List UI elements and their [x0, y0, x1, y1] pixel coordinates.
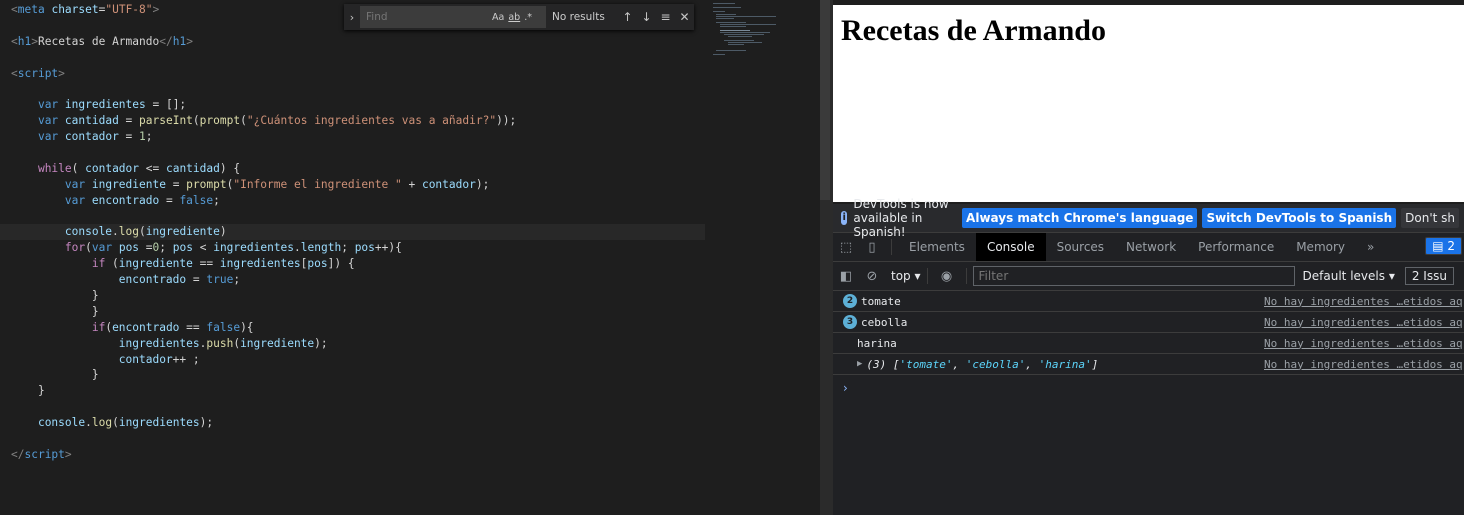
- chevron-down-icon: ▾: [1388, 269, 1395, 283]
- context-selector[interactable]: top ▾: [891, 269, 921, 283]
- console-row: 3 cebolla No hay ingredientes …etidos aq: [833, 312, 1464, 333]
- find-input-box: Aa ab .*: [360, 6, 546, 28]
- devtools-tabs: ⬚ ▯ Elements Console Sources Network Per…: [833, 233, 1464, 262]
- context-label: top: [891, 269, 911, 283]
- source-link[interactable]: No hay ingredientes …etidos aq: [1264, 316, 1463, 329]
- array-separator: ,: [1025, 357, 1039, 371]
- dont-show-again-button[interactable]: Don't sh: [1401, 208, 1459, 228]
- scrollbar-thumb[interactable]: [820, 0, 830, 200]
- minimap[interactable]: [710, 0, 820, 70]
- console-filter-input[interactable]: [973, 268, 1281, 284]
- close-find-icon[interactable]: ✕: [675, 10, 694, 24]
- console-row: 2 tomate No hay ingredientes …etidos aq: [833, 291, 1464, 312]
- console-output: 2 tomate No hay ingredientes …etidos aq …: [833, 291, 1464, 395]
- array-item: 'cebolla': [965, 357, 1026, 371]
- console-row-array[interactable]: ▶ (3) [ 'tomate', 'cebolla', 'harina' ] …: [833, 354, 1464, 375]
- source-link[interactable]: No hay ingredientes …etidos aq: [1264, 337, 1463, 350]
- console-toolbar: ◧ ⊘ top ▾ ◉ Default levels ▾ 2 Issu: [833, 262, 1464, 291]
- whole-word-toggle[interactable]: ab: [508, 12, 520, 23]
- tab-performance[interactable]: Performance: [1187, 233, 1285, 261]
- sidebar-toggle-icon[interactable]: ◧: [833, 269, 859, 284]
- code-editor[interactable]: <meta charset="UTF-8"> <h1>Recetas de Arm…: [0, 0, 833, 515]
- chevron-down-icon: ▾: [914, 269, 921, 283]
- live-expression-eye-icon[interactable]: ◉: [934, 269, 960, 284]
- always-match-language-button[interactable]: Always match Chrome's language: [962, 208, 1198, 228]
- message-icon: ▤: [1432, 239, 1444, 253]
- array-separator: ,: [952, 357, 966, 371]
- find-results: No results: [552, 11, 605, 23]
- device-toolbar-icon[interactable]: ▯: [859, 240, 885, 255]
- source-link[interactable]: No hay ingredientes …etidos aq: [1264, 358, 1463, 371]
- next-match-icon[interactable]: ↓: [637, 10, 656, 24]
- tab-console[interactable]: Console: [975, 233, 1046, 261]
- console-filter-box: [972, 266, 1295, 286]
- levels-label: Default levels: [1302, 269, 1385, 283]
- page-heading: Recetas de Armando: [841, 14, 1106, 47]
- previous-match-icon[interactable]: ↑: [618, 10, 637, 24]
- editor-scrollbar[interactable]: [820, 0, 833, 515]
- console-message: tomate: [861, 294, 901, 308]
- more-tabs-icon[interactable]: »: [1356, 233, 1385, 261]
- divider: [965, 268, 967, 284]
- page-viewport: Recetas de Armando: [833, 5, 1464, 202]
- console-row: harina No hay ingredientes …etidos aq: [833, 333, 1464, 354]
- regex-toggle[interactable]: .*: [524, 12, 532, 23]
- tab-sources[interactable]: Sources: [1046, 233, 1115, 261]
- console-message: cebolla: [861, 315, 908, 329]
- clear-console-icon[interactable]: ⊘: [859, 269, 885, 284]
- array-item: 'tomate': [899, 357, 953, 371]
- issues-count: 2: [1447, 239, 1455, 253]
- devtools-panel: i DevTools is now available in Spanish! …: [833, 197, 1464, 515]
- array-prefix: (3) [: [866, 357, 900, 371]
- repeat-count-badge: 3: [843, 315, 857, 329]
- find-input[interactable]: [361, 10, 488, 24]
- console-prompt[interactable]: ›: [843, 381, 1464, 395]
- issues-counter-button[interactable]: ▤ 2: [1425, 237, 1462, 255]
- find-in-selection-icon[interactable]: ≡: [656, 10, 675, 24]
- info-icon: i: [841, 211, 848, 225]
- source-link[interactable]: No hay ingredientes …etidos aq: [1264, 295, 1463, 308]
- toggle-replace-icon[interactable]: ›: [344, 11, 360, 24]
- language-infobar: i DevTools is now available in Spanish! …: [833, 197, 1464, 239]
- find-widget: › Aa ab .* No results ↑ ↓ ≡ ✕: [344, 4, 694, 30]
- tab-network[interactable]: Network: [1115, 233, 1187, 261]
- match-case-toggle[interactable]: Aa: [492, 12, 504, 23]
- log-levels-dropdown[interactable]: Default levels ▾: [1303, 269, 1395, 283]
- divider: [926, 268, 928, 284]
- switch-to-spanish-button[interactable]: Switch DevTools to Spanish: [1202, 208, 1397, 228]
- tab-memory[interactable]: Memory: [1285, 233, 1356, 261]
- code-content[interactable]: <meta charset="UTF-8"> <h1>Recetas de Arm…: [0, 2, 705, 463]
- tab-elements[interactable]: Elements: [898, 233, 976, 261]
- browser-pane: Recetas de Armando i DevTools is now ava…: [833, 0, 1464, 515]
- issues-link[interactable]: 2 Issu: [1404, 267, 1454, 285]
- array-item: 'harina': [1038, 357, 1092, 371]
- repeat-count-badge: 2: [843, 294, 857, 308]
- console-message: harina: [857, 336, 897, 350]
- expand-triangle-icon[interactable]: ▶: [857, 359, 862, 369]
- divider: [891, 239, 892, 255]
- array-suffix: ]: [1091, 357, 1099, 371]
- inspect-element-icon[interactable]: ⬚: [833, 240, 859, 255]
